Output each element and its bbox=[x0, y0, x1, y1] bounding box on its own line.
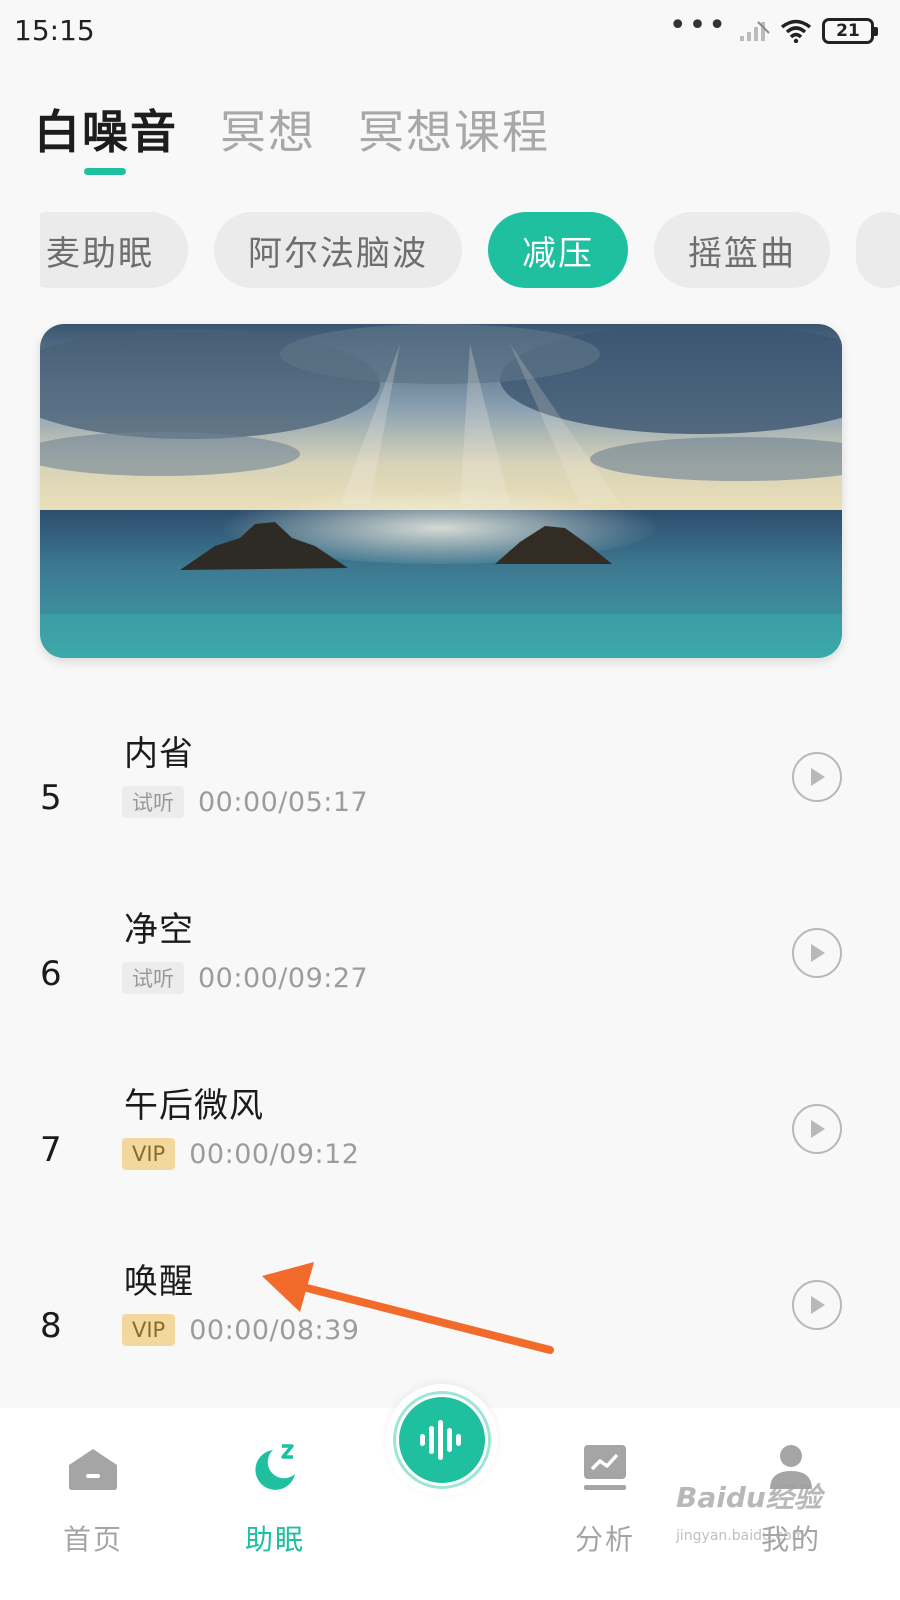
home-icon bbox=[69, 1449, 117, 1490]
track-duration: 00:00/08:39 bbox=[189, 1314, 360, 1346]
play-button[interactable] bbox=[792, 752, 842, 802]
chip-alpha-waves[interactable]: 阿尔法脑波 bbox=[214, 212, 462, 288]
chip-lullaby[interactable]: 摇篮曲 bbox=[654, 212, 830, 288]
track-meta: 试听 00:00/09:27 bbox=[122, 962, 368, 994]
track-duration: 00:00/09:12 bbox=[189, 1138, 360, 1170]
status-bar: 15:15 ••• 21 bbox=[0, 0, 900, 62]
chip-partial[interactable] bbox=[856, 212, 900, 288]
status-icons: ••• 21 bbox=[668, 8, 878, 46]
signal-icon bbox=[740, 21, 770, 41]
battery-icon: 21 bbox=[822, 18, 878, 44]
status-time: 15:15 bbox=[14, 14, 95, 47]
track-number: 8 bbox=[40, 1306, 62, 1346]
play-icon bbox=[811, 944, 825, 962]
nav-sleep-label: 助眠 bbox=[244, 1523, 305, 1556]
more-dots-icon: ••• bbox=[668, 8, 728, 43]
tab-meditation-course[interactable]: 冥想课程 bbox=[358, 96, 550, 162]
play-icon bbox=[811, 1120, 825, 1138]
track-row[interactable]: 7 午后微风 VIP 00:00/09:12 bbox=[0, 1064, 900, 1240]
play-icon bbox=[811, 768, 825, 786]
track-duration: 00:00/09:27 bbox=[198, 962, 369, 994]
track-meta: 试听 00:00/05:17 bbox=[122, 786, 368, 818]
track-number: 5 bbox=[40, 778, 62, 818]
battery-level: 21 bbox=[836, 21, 860, 41]
nav-analysis-label: 分析 bbox=[574, 1523, 635, 1556]
track-meta: VIP 00:00/08:39 bbox=[122, 1314, 359, 1346]
banner-image[interactable] bbox=[40, 324, 842, 658]
tab-white-noise[interactable]: 白噪音 bbox=[34, 96, 178, 162]
play-button[interactable] bbox=[792, 1280, 842, 1330]
chart-trend-icon bbox=[584, 1445, 626, 1490]
track-row[interactable]: 6 净空 试听 00:00/09:27 bbox=[0, 888, 900, 1064]
top-tabs: 白噪音 冥想 冥想课程 bbox=[34, 96, 550, 162]
play-button[interactable] bbox=[792, 1104, 842, 1154]
vip-badge: VIP bbox=[122, 1138, 176, 1170]
trial-badge: 试听 bbox=[122, 962, 184, 994]
nav-home[interactable]: 首页 bbox=[28, 1438, 158, 1558]
track-row[interactable]: 5 内省 试听 00:00/05:17 bbox=[0, 712, 900, 888]
watermark-url: jingyan.baidu.com bbox=[676, 1528, 806, 1544]
play-button[interactable] bbox=[792, 928, 842, 978]
active-tab-indicator bbox=[84, 168, 126, 175]
track-number: 7 bbox=[40, 1130, 62, 1170]
category-chips: 麦助眠 阿尔法脑波 减压 摇篮曲 bbox=[40, 212, 900, 290]
nav-sleep[interactable]: 助眠 bbox=[210, 1438, 340, 1558]
nav-home-label: 首页 bbox=[62, 1523, 123, 1556]
vip-badge: VIP bbox=[122, 1314, 176, 1346]
track-title: 午后微风 bbox=[124, 1086, 264, 1126]
track-meta: VIP 00:00/09:12 bbox=[122, 1138, 359, 1170]
play-icon bbox=[811, 1296, 825, 1314]
sound-wave-icon bbox=[420, 1420, 461, 1460]
watermark: Baidu经验 bbox=[676, 1481, 822, 1514]
chip-stress-relief[interactable]: 减压 bbox=[488, 212, 628, 288]
moon-sleep-icon bbox=[255, 1444, 295, 1490]
track-duration: 00:00/05:17 bbox=[198, 786, 369, 818]
sound-center-button[interactable] bbox=[386, 1384, 498, 1496]
tab-meditation[interactable]: 冥想 bbox=[220, 96, 316, 162]
track-title: 净空 bbox=[124, 910, 194, 950]
wifi-icon bbox=[780, 19, 812, 43]
chip-sleep-aid[interactable]: 麦助眠 bbox=[40, 212, 188, 288]
nav-analysis[interactable]: 分析 bbox=[540, 1438, 670, 1558]
app-screen: 15:15 ••• 21 白噪音 冥想 冥想课程 麦助眠 阿尔法脑波 减压 摇篮… bbox=[0, 0, 900, 1600]
track-title: 内省 bbox=[124, 734, 194, 774]
track-title: 唤醒 bbox=[124, 1262, 194, 1302]
track-number: 6 bbox=[40, 954, 62, 994]
trial-badge: 试听 bbox=[122, 786, 184, 818]
